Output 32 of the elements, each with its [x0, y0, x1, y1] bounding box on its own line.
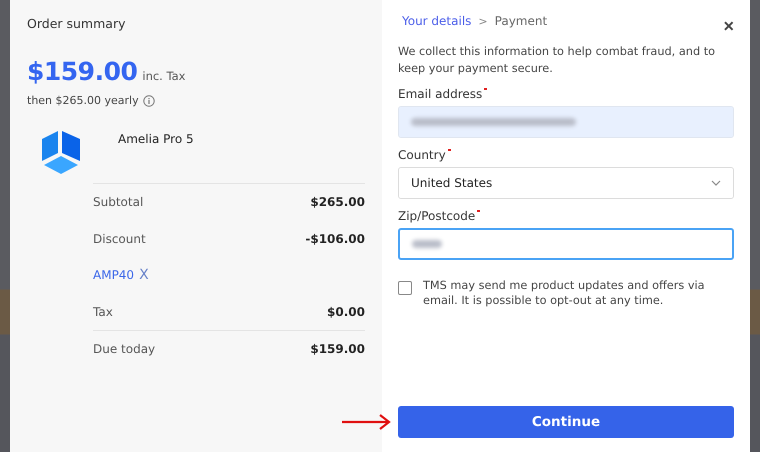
price-note: inc. Tax [142, 69, 186, 83]
country-select[interactable]: United States [398, 167, 734, 199]
line-amount: $265.00 [310, 195, 365, 210]
breadcrumb-step[interactable]: Your details [402, 14, 472, 28]
line-amount: -$106.00 [305, 232, 365, 246]
chevron-down-icon [711, 180, 721, 186]
breadcrumb-separator: > [478, 15, 488, 28]
renewal-text: then $265.00 yearly [27, 94, 139, 107]
line-amount: $0.00 [327, 304, 365, 319]
continue-button[interactable]: Continue [398, 406, 734, 438]
line-label: Tax [93, 304, 113, 319]
input-field[interactable] [398, 228, 734, 260]
cube-logo-icon [40, 129, 82, 175]
breadcrumb-step[interactable]: Payment [494, 14, 548, 28]
price: $159.00 [27, 57, 138, 86]
line-label: Due today [93, 342, 156, 356]
line-amount: $159.00 [310, 342, 365, 356]
close-button[interactable]: × [723, 16, 734, 37]
checkbox[interactable] [398, 281, 412, 295]
remove-coupon-button[interactable]: X [139, 267, 149, 284]
consent-text: TMS may send me product updates and offers via email. It is possible to opt-out at any time. [423, 278, 706, 308]
coupon-code: AMP40 [93, 268, 134, 282]
intro-text: We collect this information to help combat fraud, and to keep your payment secure. [398, 44, 716, 77]
product-name: Amelia Pro 5 [118, 132, 194, 146]
summary-title: Order summary [27, 16, 126, 31]
arrow-icon [342, 414, 392, 430]
line-label: Discount [93, 232, 146, 246]
info-icon[interactable] [142, 94, 155, 106]
line-label: Subtotal [93, 195, 144, 210]
field-label: Zip/Postcode [398, 209, 476, 223]
field-label: Email address [398, 87, 482, 101]
field-label: Country [398, 148, 446, 162]
